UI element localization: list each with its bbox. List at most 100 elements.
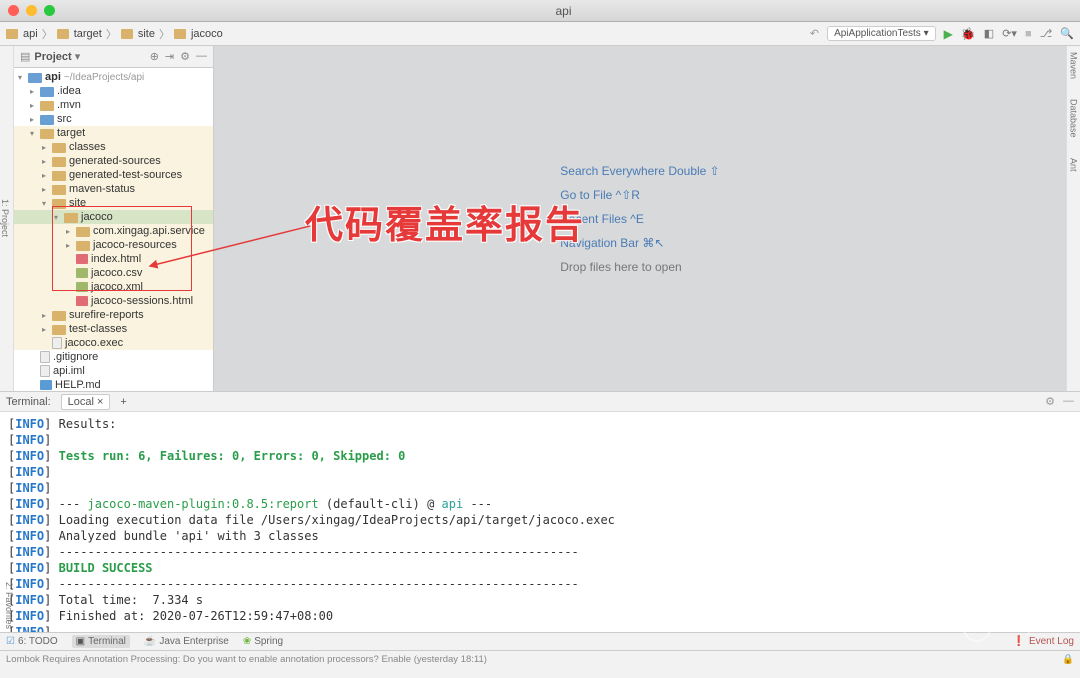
tree-label: .idea [57, 85, 81, 97]
editor-hints: Search Everywhere Double ⇧ Go to File ^⇧… [560, 159, 719, 279]
tree-label: src [57, 113, 72, 125]
folder-icon [40, 115, 54, 125]
tree-root[interactable]: ▾ api ~/IdeaProjects/api [14, 70, 213, 84]
breadcrumb[interactable]: api〉 target〉 site〉 jacoco [6, 26, 223, 42]
tree-node-target[interactable]: ▾target [14, 126, 213, 140]
folder-icon [52, 311, 66, 321]
csv-icon [76, 268, 88, 278]
folder-icon [52, 143, 66, 153]
tree-label: HELP.md [55, 379, 101, 391]
folder-icon [40, 87, 54, 97]
folder-icon [174, 29, 186, 39]
folder-icon [40, 101, 54, 111]
select-opened-file-icon[interactable]: ⊕ [150, 50, 159, 63]
tool-maven[interactable]: Maven [1069, 52, 1079, 79]
tree-label: api.iml [53, 365, 85, 377]
tree-node-maven-status[interactable]: ▸maven-status [14, 182, 213, 196]
breadcrumb-item[interactable]: jacoco [191, 28, 223, 40]
collapse-icon[interactable]: ⇥ [165, 50, 174, 63]
tool-ant[interactable]: Ant [1069, 158, 1079, 172]
tree-node-classes[interactable]: ▸classes [14, 140, 213, 154]
md-icon [40, 380, 52, 390]
folder-icon [52, 199, 66, 209]
folder-icon [64, 213, 78, 223]
breadcrumb-item[interactable]: api [23, 28, 38, 40]
tree-node--mvn[interactable]: ▸.mvn [14, 98, 213, 112]
terminal-output[interactable]: [INFO] Results: [INFO] [INFO] Tests run:… [0, 412, 1080, 632]
terminal-tab-local[interactable]: Local × [61, 394, 111, 410]
xml-icon [76, 282, 88, 292]
tab-spring[interactable]: ❀ Spring [243, 636, 283, 647]
html-icon [76, 254, 88, 264]
tree-label: surefire-reports [69, 309, 144, 321]
file-icon [52, 337, 62, 349]
folder-icon [52, 325, 66, 335]
terminal-add-tab[interactable]: + [120, 396, 126, 408]
tree-label: generated-test-sources [69, 169, 182, 181]
tool-project[interactable]: 1: Project [0, 199, 10, 237]
folder-icon [52, 157, 66, 167]
left-tool-strip: 1: Project 2: Structure [0, 46, 14, 391]
right-tool-strip: Maven Database Ant [1066, 46, 1080, 391]
tool-favorites[interactable]: 2: Favorites [4, 582, 14, 629]
html-icon [76, 296, 88, 306]
annotation-arrow [140, 216, 460, 436]
folder-icon [40, 129, 54, 139]
tree-label: generated-sources [69, 155, 161, 167]
folder-icon [76, 227, 90, 237]
lock-icon[interactable]: 🔒 [1062, 654, 1074, 665]
tree-node-site[interactable]: ▾site [14, 196, 213, 210]
tree-label: jacoco.exec [65, 337, 123, 349]
tree-node-generated-test-sources[interactable]: ▸generated-test-sources [14, 168, 213, 182]
tool-database[interactable]: Database [1069, 99, 1079, 138]
hide-icon[interactable]: — [196, 50, 207, 63]
tree-label: .mvn [57, 99, 81, 111]
debug-button[interactable]: 🐞 [961, 27, 976, 41]
tree-label: maven-status [69, 183, 135, 195]
profile-button[interactable]: ⟳▾ [1002, 27, 1017, 40]
bottom-tool-tabs: 2: Favorites ☑ 6: TODO ▣ Terminal ☕ Java… [0, 632, 1080, 650]
tree-label: target [57, 127, 85, 139]
titlebar: api [0, 0, 1080, 22]
gear-icon[interactable]: ⚙ [1045, 395, 1055, 408]
stop-button[interactable]: ■ [1025, 28, 1032, 40]
folder-icon [52, 171, 66, 181]
tree-label: jacoco [81, 211, 113, 223]
navigation-bar: api〉 target〉 site〉 jacoco ↶ ApiApplicati… [0, 22, 1080, 46]
maximize-window[interactable] [44, 5, 55, 16]
tree-label: site [69, 197, 86, 209]
file-icon [40, 365, 50, 377]
hide-icon[interactable]: — [1063, 395, 1074, 408]
tree-label: index.html [91, 253, 141, 265]
git-icon[interactable]: ⎇ [1040, 27, 1053, 40]
tab-terminal[interactable]: ▣ Terminal [72, 635, 130, 648]
back-icon[interactable]: ↶ [810, 27, 819, 40]
folder-icon [6, 29, 18, 39]
tree-node-src[interactable]: ▸src [14, 112, 213, 126]
tree-node--idea[interactable]: ▸.idea [14, 84, 213, 98]
project-panel-header: ▤ Project ▾ ⊕ ⇥ ⚙ — [14, 46, 213, 68]
status-bar: Lombok Requires Annotation Processing: D… [0, 650, 1080, 668]
tree-label: .gitignore [53, 351, 98, 363]
tree-label: jacoco.xml [91, 281, 143, 293]
tab-java-enterprise[interactable]: ☕ Java Enterprise [144, 636, 229, 647]
run-button[interactable]: ▶ [944, 27, 953, 41]
gear-icon[interactable]: ⚙ [180, 50, 190, 63]
run-configuration-dropdown[interactable]: ApiApplicationTests ▾ [827, 26, 936, 41]
coverage-button[interactable]: ◧ [984, 27, 994, 40]
minimize-window[interactable] [26, 5, 37, 16]
tree-label: classes [69, 141, 106, 153]
tree-label: test-classes [69, 323, 127, 335]
panel-icon: ▤ [20, 50, 30, 63]
tree-node-generated-sources[interactable]: ▸generated-sources [14, 154, 213, 168]
folder-icon [57, 29, 69, 39]
project-dropdown[interactable]: Project [34, 51, 71, 63]
folder-icon [121, 29, 133, 39]
search-icon[interactable]: 🔍 [1060, 27, 1074, 40]
breadcrumb-item[interactable]: site [138, 28, 155, 40]
event-log[interactable]: ❗ Event Log [1013, 636, 1075, 647]
folder-icon [76, 241, 90, 251]
close-window[interactable] [8, 5, 19, 16]
status-message[interactable]: Lombok Requires Annotation Processing: D… [6, 654, 487, 665]
breadcrumb-item[interactable]: target [74, 28, 102, 40]
